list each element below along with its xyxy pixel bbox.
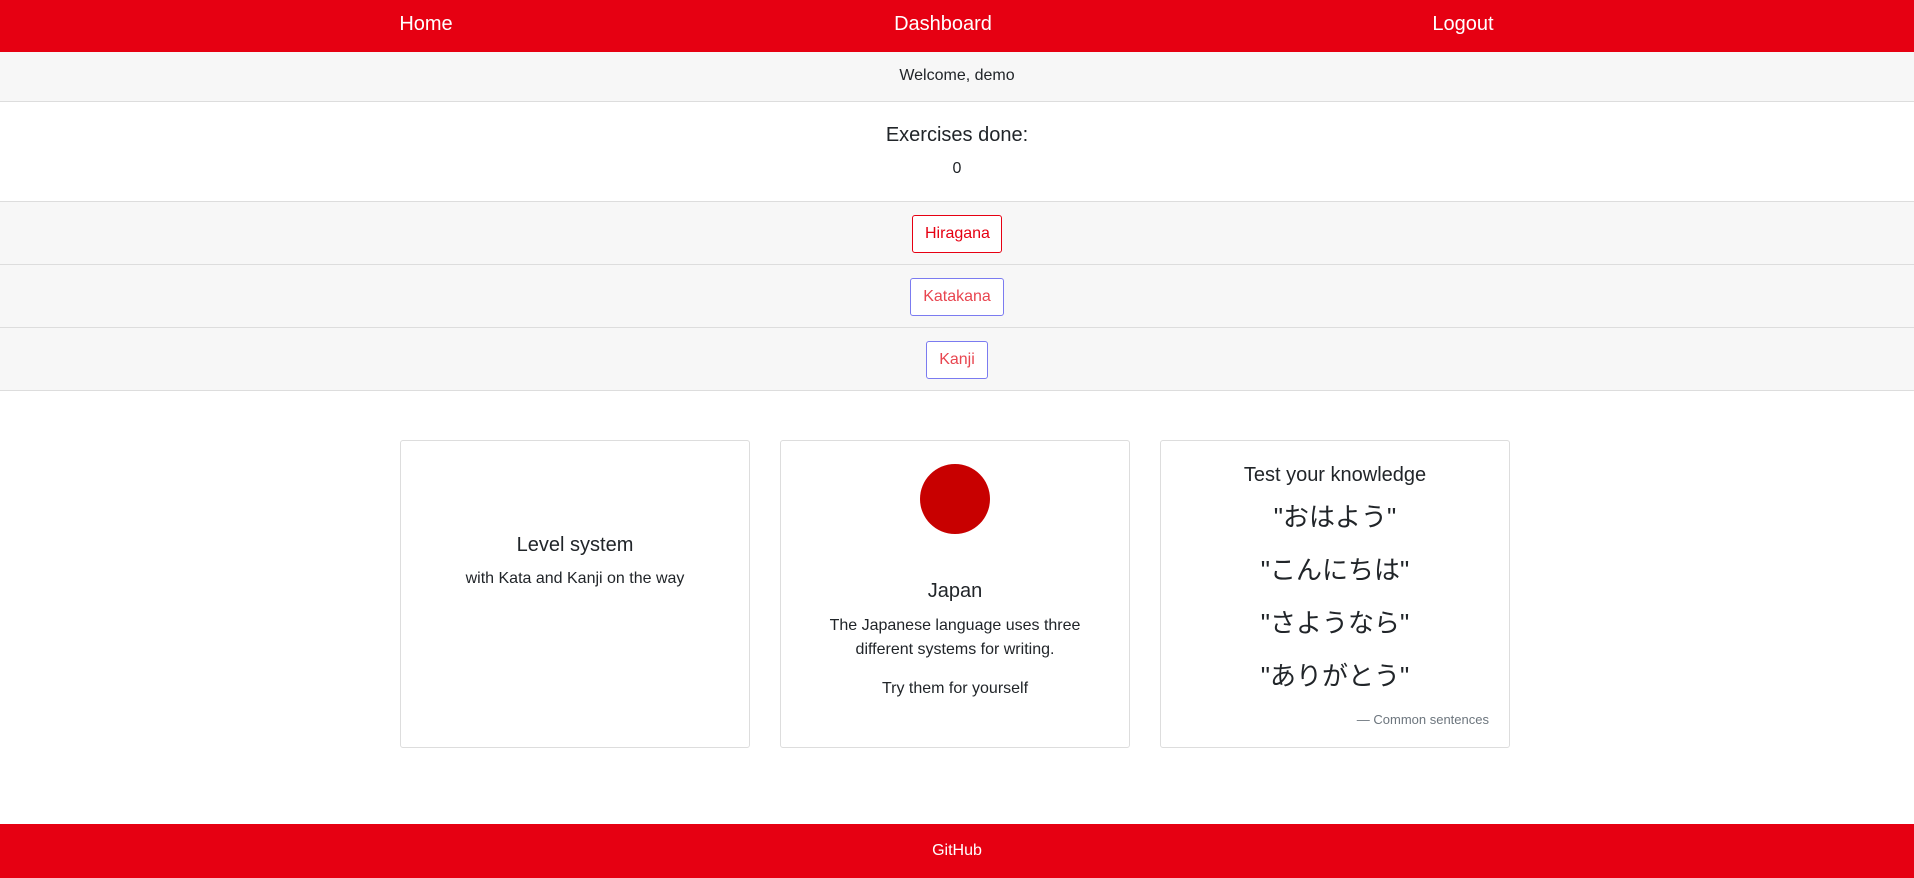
sentence-item: "さようなら" xyxy=(1260,608,1410,638)
exercises-count: 0 xyxy=(952,160,962,177)
japan-title: Japan xyxy=(927,580,983,602)
sentence-list: "おはよう" "こんにちは" "さようなら" "ありがとう" xyxy=(1161,497,1509,709)
hiragana-button[interactable]: Hiragana xyxy=(912,215,1002,253)
kanji-button[interactable]: Kanji xyxy=(926,341,988,379)
sentences-citation: — Common sentences xyxy=(1356,712,1489,727)
japan-cta-text: Try them for yourself xyxy=(881,680,1029,697)
test-knowledge-title: Test your knowledge xyxy=(1243,464,1427,486)
welcome-text: Welcome, demo xyxy=(899,67,1015,84)
welcome-banner: Welcome, demo xyxy=(0,52,1914,102)
exercises-title: Exercises done: xyxy=(885,124,1029,146)
japan-flag-sun-icon xyxy=(920,464,990,534)
japan-card: Japan The Japanese language uses three d… xyxy=(780,440,1130,748)
katakana-button[interactable]: Katakana xyxy=(910,278,1004,316)
github-link[interactable]: GitHub xyxy=(932,842,982,859)
nav-home-link[interactable]: Home xyxy=(399,0,452,52)
kanji-row: Kanji xyxy=(0,328,1914,391)
level-system-card: Level system with Kata and Kanji on the … xyxy=(400,440,750,748)
sentence-item: "こんにちは" xyxy=(1260,555,1410,585)
nav-dashboard-link[interactable]: Dashboard xyxy=(894,0,992,52)
sentence-item: "おはよう" xyxy=(1273,502,1397,532)
level-system-subtitle: with Kata and Kanji on the way xyxy=(465,570,685,587)
hiragana-row: Hiragana xyxy=(0,202,1914,265)
footer: GitHub xyxy=(0,824,1914,878)
level-system-title: Level system xyxy=(516,534,634,556)
exercises-section: Exercises done: 0 xyxy=(0,102,1914,202)
sentence-item: "ありがとう" xyxy=(1260,661,1410,691)
japan-description: The Japanese language uses three differe… xyxy=(829,617,1081,658)
katakana-row: Katakana xyxy=(0,265,1914,328)
nav-logout-link[interactable]: Logout xyxy=(1432,0,1493,52)
top-navbar: Home Dashboard Logout xyxy=(0,0,1914,52)
test-knowledge-card: Test your knowledge "おはよう" "こんにちは" "さような… xyxy=(1160,440,1510,748)
